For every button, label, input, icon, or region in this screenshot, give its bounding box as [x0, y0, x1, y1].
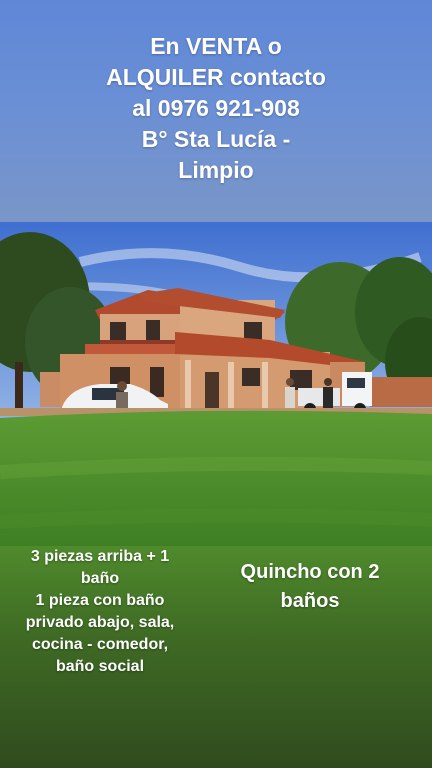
headline-line-3-phone: al 0976 921-908 — [132, 94, 300, 121]
headline-line-5: Limpio — [178, 156, 254, 183]
quincho-line-1: Quincho con 2 — [240, 561, 380, 583]
rooms-line-4: privado abajo, sala, — [25, 614, 175, 631]
rooms-line-1: 3 piezas arriba + 1 — [30, 548, 170, 565]
rooms-line-3: 1 pieza con baño — [35, 592, 165, 609]
house-photo-illustration — [0, 222, 432, 546]
listing-details: 3 piezas arriba + 1 baño 1 pieza con bañ… — [0, 546, 432, 768]
quincho-line-2: baños — [280, 590, 340, 612]
rooms-line-5: cocina - comedor, — [31, 636, 169, 653]
headline-line-4: B° Sta Lucía - — [141, 125, 291, 152]
rooms-line-2: baño — [80, 570, 120, 587]
headline-line-2: ALQUILER contacto — [106, 63, 326, 90]
quincho-description: Quincho con 2 baños — [210, 558, 410, 616]
house-photo — [0, 222, 432, 546]
listing-header: En VENTA o ALQUILER contacto al 0976 921… — [0, 0, 432, 222]
rooms-description: 3 piezas arriba + 1 baño 1 pieza con bañ… — [6, 546, 194, 678]
listing-headline: En VENTA o ALQUILER contacto al 0976 921… — [66, 31, 366, 186]
rooms-line-6: baño social — [55, 658, 145, 675]
headline-line-1: En VENTA o — [150, 32, 282, 59]
